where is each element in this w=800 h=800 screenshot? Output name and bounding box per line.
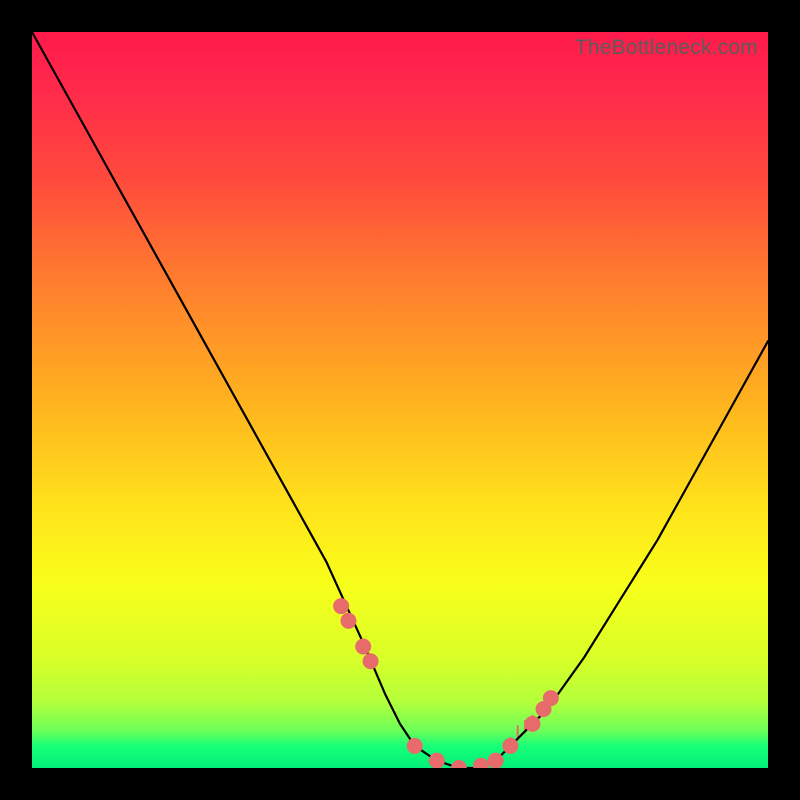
highlight-dot xyxy=(340,613,356,629)
highlight-dot xyxy=(407,738,423,754)
highlight-dot xyxy=(488,753,504,768)
highlight-dot xyxy=(363,653,379,669)
highlight-dot xyxy=(333,598,349,614)
highlight-dot xyxy=(502,738,518,754)
highlight-dot xyxy=(543,690,559,706)
highlight-dot xyxy=(429,753,445,768)
highlight-dot xyxy=(473,758,489,768)
chart-frame: TheBottleneck.com xyxy=(0,0,800,800)
bottleneck-curve xyxy=(32,32,768,768)
plot-area: TheBottleneck.com xyxy=(32,32,768,768)
highlight-dot xyxy=(524,716,540,732)
highlight-dot xyxy=(451,760,467,768)
highlight-dots xyxy=(333,598,559,768)
curve-layer xyxy=(32,32,768,768)
highlight-dot xyxy=(355,639,371,655)
